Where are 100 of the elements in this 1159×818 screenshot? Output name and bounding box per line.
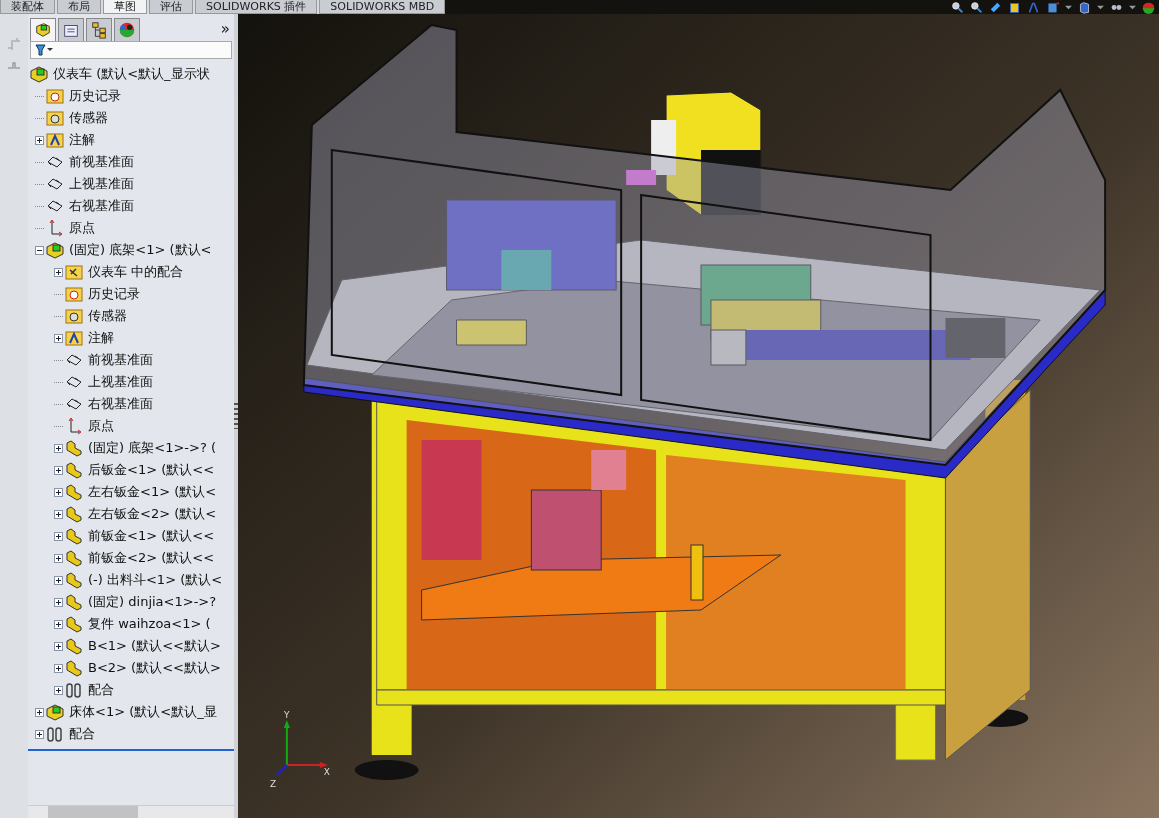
more-tabs-button[interactable]: » <box>220 20 232 38</box>
tree-item[interactable]: 注解 <box>69 131 95 149</box>
configuration-tab[interactable] <box>86 17 112 41</box>
scrollbar[interactable] <box>28 805 234 818</box>
tree-item[interactable]: 后钣金<1> (默认<< <box>88 461 215 479</box>
expand-toggle[interactable] <box>53 443 63 453</box>
display-style-icon[interactable] <box>1078 0 1091 14</box>
filter-field[interactable] <box>30 41 232 59</box>
mates-icon <box>46 725 64 743</box>
section-view-icon[interactable] <box>1008 0 1021 14</box>
ribbon-tab[interactable]: SOLIDWORKS MBD <box>319 0 446 14</box>
tree-item[interactable]: 前钣金<2> (默认<< <box>88 549 215 567</box>
tree-item[interactable]: 前视基准面 <box>69 153 134 171</box>
tree-item[interactable]: B<2> (默认<<默认> <box>88 659 221 677</box>
hierarchy-icon <box>90 20 108 39</box>
sensor-icon <box>65 307 83 325</box>
tree-item[interactable]: 上视基准面 <box>69 175 134 193</box>
tree-item[interactable]: 前钣金<1> (默认<< <box>88 527 215 545</box>
tree-item[interactable]: (固定) 底架<1> (默认< <box>69 241 212 259</box>
expand-toggle[interactable] <box>53 597 63 607</box>
part-icon <box>65 659 83 677</box>
part-icon <box>65 439 83 457</box>
appearance-icon[interactable] <box>1142 0 1155 14</box>
part-icon <box>65 571 83 589</box>
part-icon <box>65 527 83 545</box>
tree-item[interactable]: (固定) 底架<1>->? ( <box>88 439 217 457</box>
expand-toggle[interactable] <box>53 685 63 695</box>
part-icon <box>65 549 83 567</box>
mates-icon <box>65 681 83 699</box>
part-icon <box>65 593 83 611</box>
annotation-icon[interactable] <box>1027 0 1040 14</box>
part-icon <box>65 615 83 633</box>
tree-item[interactable]: B<1> (默认<<默认> <box>88 637 221 655</box>
assembly-icon <box>46 241 64 259</box>
tree-item[interactable]: 仪表车 (默认<默认_显示状 <box>53 65 210 83</box>
expand-toggle[interactable] <box>53 619 63 629</box>
sensor-icon <box>46 109 64 127</box>
expand-toggle[interactable] <box>53 575 63 585</box>
tree-item[interactable]: 历史记录 <box>69 87 121 105</box>
expand-toggle[interactable] <box>34 135 44 145</box>
part-icon <box>65 483 83 501</box>
display-tab[interactable] <box>114 17 140 41</box>
expand-toggle[interactable] <box>53 465 63 475</box>
expand-toggle[interactable] <box>34 245 44 255</box>
tree-item[interactable]: 复件 waihzoa<1> ( <box>88 615 211 633</box>
tree-item[interactable]: 左右钣金<1> (默认< <box>88 483 217 501</box>
color-ball-icon <box>118 20 136 39</box>
mates-folder-icon <box>65 263 83 281</box>
ribbon-tab[interactable]: 装配体 <box>0 0 55 14</box>
part-icon <box>65 637 83 655</box>
magnifier-icon[interactable] <box>970 0 983 14</box>
expand-toggle[interactable] <box>53 663 63 673</box>
tree-item[interactable]: 仪表车 中的配合 <box>88 263 184 281</box>
assembly-icon <box>34 20 52 39</box>
assembly-icon <box>30 65 48 83</box>
history-icon <box>46 87 64 105</box>
expand-toggle[interactable] <box>53 509 63 519</box>
assembly-icon <box>46 703 64 721</box>
annotation-icon <box>65 329 83 347</box>
tree-item[interactable]: 历史记录 <box>88 285 140 303</box>
filter-icon <box>35 44 53 56</box>
expand-toggle[interactable] <box>53 333 63 343</box>
expand-toggle[interactable] <box>53 267 63 277</box>
tree-item[interactable]: 上视基准面 <box>88 373 153 391</box>
magnifier-icon[interactable] <box>951 0 964 14</box>
tree-item[interactable]: 配合 <box>69 725 95 743</box>
expand-toggle[interactable] <box>53 553 63 563</box>
ribbon-tab[interactable]: 草图 <box>103 0 147 14</box>
tree-item[interactable]: 前视基准面 <box>88 351 153 369</box>
tree-item[interactable]: (固定) dinjia<1>->? <box>88 593 217 611</box>
history-icon <box>65 285 83 303</box>
tree-item[interactable]: 原点 <box>88 417 114 435</box>
view-orientation-icon[interactable] <box>1046 0 1059 14</box>
tree-item[interactable]: 传感器 <box>88 307 127 325</box>
ribbon-tab[interactable]: SOLIDWORKS 插件 <box>195 0 318 14</box>
ribbon-tab[interactable]: 评估 <box>149 0 193 14</box>
tree-item[interactable]: 右视基准面 <box>69 197 134 215</box>
ribbon-tab[interactable]: 布局 <box>57 0 101 14</box>
caret-icon[interactable] <box>1129 3 1136 11</box>
tree-item[interactable]: 右视基准面 <box>88 395 153 413</box>
caret-icon[interactable] <box>1065 3 1072 11</box>
tree-item[interactable]: 左右钣金<2> (默认< <box>88 505 217 523</box>
collapse-handle[interactable] <box>234 403 238 429</box>
tree-item[interactable]: 配合 <box>88 681 114 699</box>
property-tab[interactable] <box>58 17 84 41</box>
caret-icon[interactable] <box>1097 3 1104 11</box>
tree-item[interactable]: 原点 <box>69 219 95 237</box>
expand-toggle[interactable] <box>53 641 63 651</box>
tree-item[interactable]: (-) 出料斗<1> (默认< <box>88 571 223 589</box>
tree-item[interactable]: 注解 <box>88 329 114 347</box>
part-icon <box>65 461 83 479</box>
annotation-icon <box>46 131 64 149</box>
expand-toggle[interactable] <box>53 531 63 541</box>
feature-tree-tab[interactable] <box>30 17 56 41</box>
tree-item[interactable]: 床体<1> (默认<默认_显 <box>69 703 217 721</box>
expand-toggle[interactable] <box>34 707 44 717</box>
part-icon <box>65 505 83 523</box>
expand-toggle[interactable] <box>53 487 63 497</box>
tree-item[interactable]: 传感器 <box>69 109 108 127</box>
expand-toggle[interactable] <box>34 729 44 739</box>
